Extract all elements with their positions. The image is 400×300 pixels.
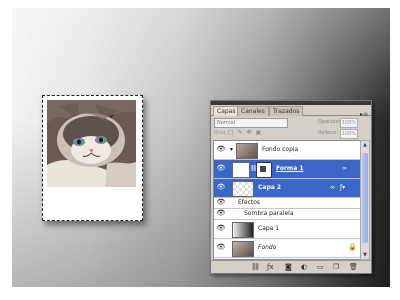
vector-mask-thumbnail [256,162,272,178]
fx-icon[interactable]: ∞ [342,165,347,172]
eye-icon[interactable]: 👁 [216,145,226,155]
mask-icon[interactable]: ◙ [285,263,292,271]
layer-thumbnail [232,162,250,178]
panel-tabs: Capas Canales Trazados ▸≡ [211,106,371,118]
layer-thumbnail [232,222,254,238]
tab-trazados[interactable]: Trazados [269,106,304,116]
expand-arrow-icon[interactable]: ▾ [230,146,233,153]
layers-scrollbar[interactable]: ▲ ▼ [360,140,370,260]
layer-fondo-copia[interactable]: 👁 ▾ Fondo copia [214,141,360,160]
scroll-up-icon[interactable]: ▲ [362,142,368,148]
layer-name: Forma 1 [276,165,304,172]
adjustment-icon[interactable]: ◐ [301,263,307,271]
scroll-down-icon[interactable]: ▼ [362,252,368,258]
fill-input[interactable]: 100% [340,129,358,139]
layer-capa-2[interactable]: 👁 Capa 2 ∞ ƒ▾ [214,179,360,198]
new-layer-icon[interactable]: ❐ [333,263,339,271]
layer-forma-1[interactable]: 👁 ⛓ Forma 1 ∞ [214,160,360,179]
layer-name: Capa 2 [258,184,282,191]
layer-thumbnail [232,241,254,257]
layer-capa-1[interactable]: 👁 Capa 1 [214,220,360,239]
eye-icon[interactable]: 👁 [216,183,226,193]
cat-illustration [47,100,136,187]
lock-icons[interactable]: □ ✎ ✥ ▣ [228,129,262,137]
eye-icon[interactable]: 👁 [216,224,226,234]
layers-list: 👁 ▾ Fondo copia 👁 ⛓ Forma 1 ∞ 👁 Capa 2 ∞… [213,140,361,260]
opacity-input[interactable]: 100% [340,118,358,128]
tab-canales[interactable]: Canales [237,106,269,116]
panel-titlebar[interactable] [211,101,371,105]
layer-name: Fondo copia [262,146,299,153]
eye-icon[interactable]: 👁 [216,164,226,174]
effect-name: Sombra paralela [244,210,294,217]
tab-capas[interactable]: Capas [213,106,240,116]
cat-photo [47,100,136,187]
polaroid-frame[interactable] [42,95,143,221]
effects-group[interactable]: 👁 Efectos [214,198,360,209]
link-icon[interactable]: ∞ [330,184,335,191]
lock-label: Bloq.: [214,130,229,136]
eye-icon[interactable]: 👁 [216,209,226,219]
fx-icon[interactable]: ƒx [267,263,274,271]
fill-label: Relleno: [318,130,339,136]
group-icon[interactable]: ▭ [317,263,324,271]
mask-shape [260,166,266,172]
layer-thumbnail [232,181,254,197]
eye-icon[interactable]: 👁 [216,243,226,253]
layer-name: Fondo [258,244,277,251]
panel-menu-icon[interactable]: ▸≡ [360,111,368,118]
layer-thumbnail [236,143,258,159]
layers-panel: Capas Canales Trazados ▸≡ Normal Opacida… [210,100,372,274]
fx-icon[interactable]: ƒ▾ [340,184,345,191]
trash-icon[interactable]: 🗑 [349,263,358,271]
scroll-thumb[interactable] [362,153,368,243]
link-layers-icon[interactable]: ⛓ [251,263,260,271]
effect-drop-shadow[interactable]: 👁 Sombra paralela [214,209,360,220]
lock-row: Bloq.: □ ✎ ✥ ▣ Relleno: 100% [214,129,368,139]
layer-name: Capa 1 [258,225,280,232]
eye-icon[interactable]: 👁 [216,198,226,208]
lock-icon: 🔒 [348,243,357,251]
layer-fondo[interactable]: 👁 Fondo 🔒 [214,239,360,258]
blend-row: Normal Opacidad: 100% [214,118,368,128]
blend-mode-select[interactable]: Normal [214,118,288,128]
layers-bottom-toolbar: ⛓ ƒx ◙ ◐ ▭ ❐ 🗑 [211,260,371,273]
effects-label: Efectos [238,199,261,206]
